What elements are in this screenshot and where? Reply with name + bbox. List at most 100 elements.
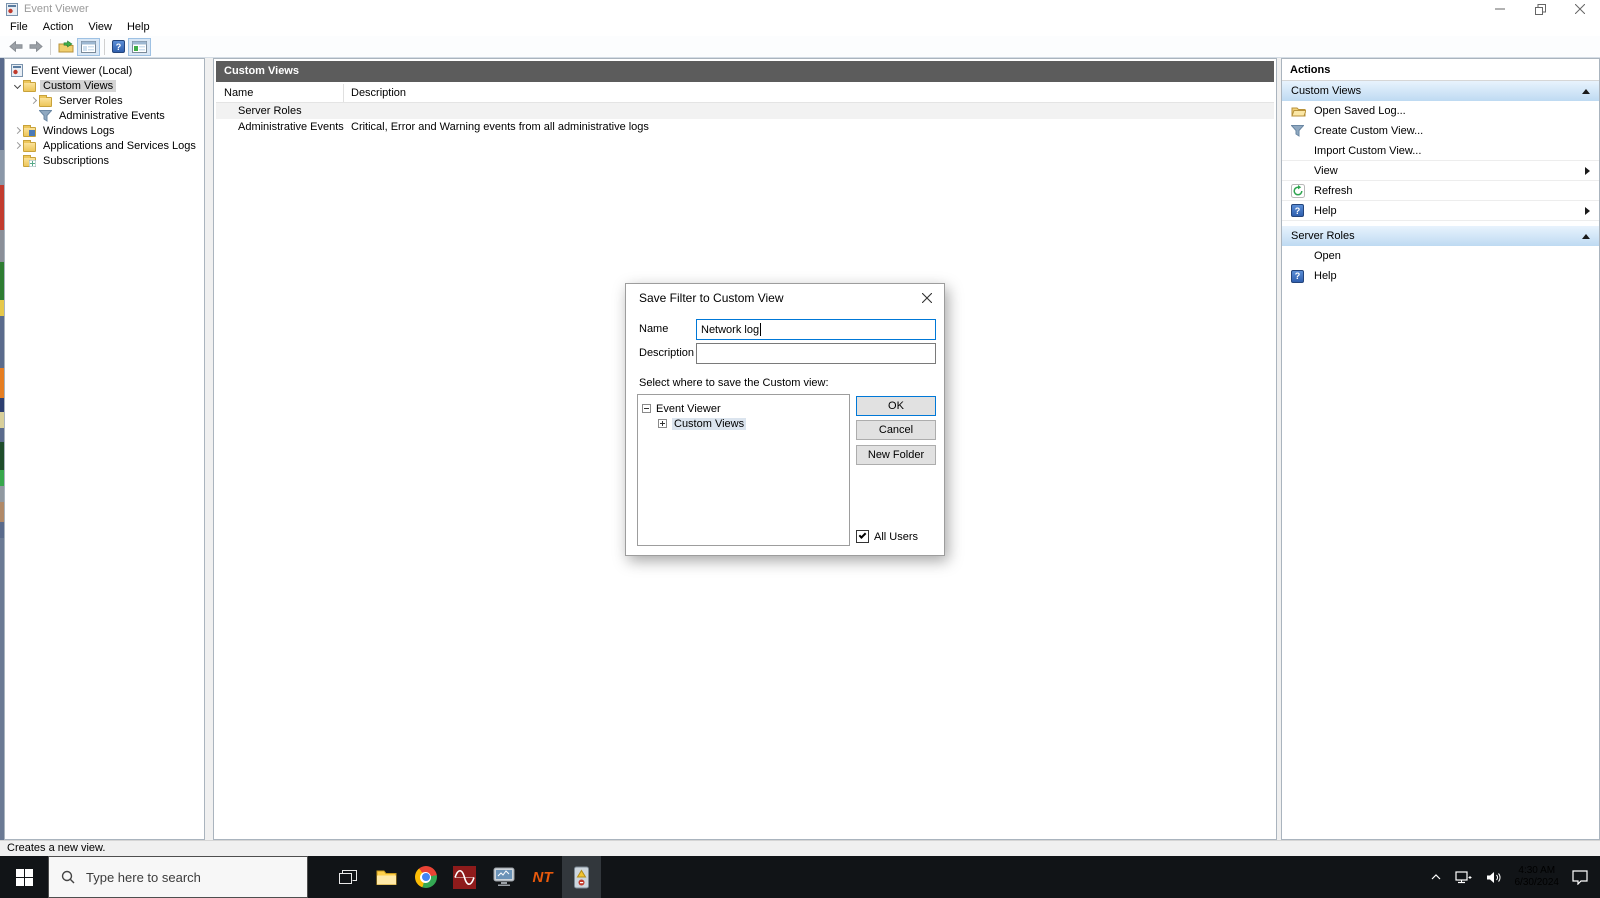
event-viewer-app-icon	[6, 2, 18, 16]
table-row[interactable]: Administrative Events Critical, Error an…	[216, 119, 1274, 135]
all-users-option[interactable]: All Users	[856, 530, 918, 543]
all-users-checkbox[interactable]	[856, 530, 869, 543]
menu-file[interactable]: File	[10, 21, 37, 33]
chevron-right-icon[interactable]	[29, 96, 37, 105]
row-description: Critical, Error and Warning events from …	[351, 121, 649, 133]
menu-help[interactable]: Help	[127, 21, 159, 33]
forward-button[interactable]	[26, 38, 46, 56]
action-open[interactable]: Open	[1282, 246, 1599, 266]
taskbar-search-input[interactable]: Type here to search	[48, 856, 308, 898]
tree-item-label: Custom Views	[40, 79, 117, 92]
action-help[interactable]: ? Help	[1282, 266, 1599, 286]
nt-app-icon[interactable]: NT	[523, 856, 562, 898]
action-label: Import Custom View...	[1314, 144, 1422, 157]
event-viewer-taskbar-icon[interactable]	[562, 856, 601, 898]
tree-item-server-roles[interactable]: Server Roles	[5, 93, 204, 108]
submenu-arrow-icon	[1585, 166, 1590, 175]
taskbar-icons: NT	[328, 856, 601, 898]
dialog-titlebar[interactable]: Save Filter to Custom View	[626, 284, 944, 311]
actions-section-server-roles[interactable]: Server Roles	[1282, 226, 1599, 246]
action-open-saved-log[interactable]: Open Saved Log...	[1282, 101, 1599, 121]
status-text: Creates a new view.	[7, 842, 106, 854]
minimize-button[interactable]	[1480, 0, 1520, 18]
window-titlebar[interactable]: Event Viewer	[0, 0, 1600, 18]
clock[interactable]: 4:30 AM 6/30/2024	[1509, 865, 1566, 889]
tree-item-label: Event Viewer (Local)	[31, 64, 133, 77]
toolbar-separator	[50, 38, 51, 55]
name-label: Name	[639, 323, 669, 335]
action-refresh[interactable]: Refresh	[1282, 181, 1599, 201]
dialog-tree-item-event-viewer[interactable]: Event Viewer	[642, 401, 845, 416]
windows-logs-folder-icon	[23, 124, 40, 137]
action-label: Open Saved Log...	[1314, 105, 1406, 117]
search-icon	[61, 870, 75, 884]
tree-item-administrative-events[interactable]: Administrative Events	[5, 108, 204, 123]
filter-icon	[1291, 125, 1309, 137]
actions-section-custom-views[interactable]: Custom Views	[1282, 81, 1599, 101]
show-console-tree-button[interactable]	[77, 37, 100, 56]
menu-view[interactable]: View	[88, 21, 121, 33]
collapse-icon[interactable]	[1582, 233, 1590, 239]
menu-bar: File Action View Help	[0, 18, 1600, 36]
dialog-tree-label: Custom Views	[672, 417, 747, 430]
description-input[interactable]	[696, 343, 936, 364]
signal-app-icon[interactable]	[445, 856, 484, 898]
system-tray: 4:30 AM 6/30/2024	[1424, 856, 1600, 898]
monitor-app-icon[interactable]	[484, 856, 523, 898]
section-header-label: Server Roles	[1291, 230, 1355, 242]
expand-box-icon[interactable]	[658, 419, 667, 428]
actions-panel-title: Actions	[1282, 59, 1599, 81]
collapse-box-icon[interactable]	[642, 404, 651, 413]
table-row[interactable]: Server Roles	[216, 103, 1274, 119]
column-header-description[interactable]: Description	[344, 87, 406, 99]
action-center-icon[interactable]	[1565, 856, 1600, 898]
toolbar: ?	[0, 36, 1600, 58]
row-name: Administrative Events	[238, 121, 344, 133]
action-help-submenu[interactable]: ? Help	[1282, 201, 1599, 221]
tree-item-event-viewer-local[interactable]: Event Viewer (Local)	[5, 63, 204, 78]
task-view-button[interactable]	[328, 856, 367, 898]
action-create-custom-view[interactable]: Create Custom View...	[1282, 121, 1599, 141]
dialog-close-icon[interactable]	[910, 284, 944, 311]
menu-action[interactable]: Action	[43, 21, 83, 33]
tree-item-applications-services-logs[interactable]: Applications and Services Logs	[5, 138, 204, 153]
help-icon: ?	[1291, 269, 1309, 283]
cancel-button[interactable]: Cancel	[856, 420, 936, 440]
help-icon: ?	[1291, 204, 1309, 217]
name-input[interactable]: Network log	[696, 319, 936, 340]
restore-button[interactable]	[1520, 0, 1560, 18]
action-label: Refresh	[1314, 184, 1353, 197]
chrome-icon[interactable]	[406, 856, 445, 898]
action-import-custom-view[interactable]: Import Custom View...	[1282, 141, 1599, 161]
help-button[interactable]: ?	[109, 38, 128, 56]
tree-item-subscriptions[interactable]: Subscriptions	[5, 153, 204, 168]
collapse-icon[interactable]	[1582, 88, 1590, 94]
dialog-tree-label: Event Viewer	[656, 402, 721, 415]
save-filter-dialog: Save Filter to Custom View Name Network …	[625, 283, 945, 556]
network-icon[interactable]	[1448, 856, 1479, 898]
new-folder-button[interactable]: New Folder	[856, 445, 936, 465]
volume-icon[interactable]	[1479, 856, 1509, 898]
tree-item-label: Applications and Services Logs	[43, 139, 196, 152]
start-button[interactable]	[0, 856, 48, 898]
chevron-right-icon[interactable]	[13, 126, 21, 135]
tray-chevron-up-icon[interactable]	[1424, 856, 1448, 898]
export-log-button[interactable]	[55, 38, 77, 56]
tree-item-custom-views[interactable]: Custom Views	[5, 78, 204, 93]
file-explorer-icon[interactable]	[367, 856, 406, 898]
ok-button[interactable]: OK	[856, 396, 936, 416]
chevron-right-icon[interactable]	[13, 141, 21, 150]
desktop-screen: Event Viewer File Action View Help ? Eve…	[0, 0, 1600, 898]
chevron-down-icon[interactable]	[13, 81, 21, 90]
name-value: Network log	[701, 323, 760, 336]
dialog-tree-item-custom-views[interactable]: Custom Views	[642, 416, 845, 431]
search-placeholder: Type here to search	[86, 869, 201, 885]
back-button[interactable]	[6, 38, 26, 56]
submenu-arrow-icon	[1585, 206, 1590, 215]
show-action-pane-button[interactable]	[128, 37, 151, 56]
close-icon[interactable]	[1560, 0, 1600, 18]
action-view-submenu[interactable]: View	[1282, 161, 1599, 181]
tree-item-windows-logs[interactable]: Windows Logs	[5, 123, 204, 138]
action-label: Create Custom View...	[1314, 125, 1424, 137]
column-header-name[interactable]: Name	[216, 84, 344, 102]
